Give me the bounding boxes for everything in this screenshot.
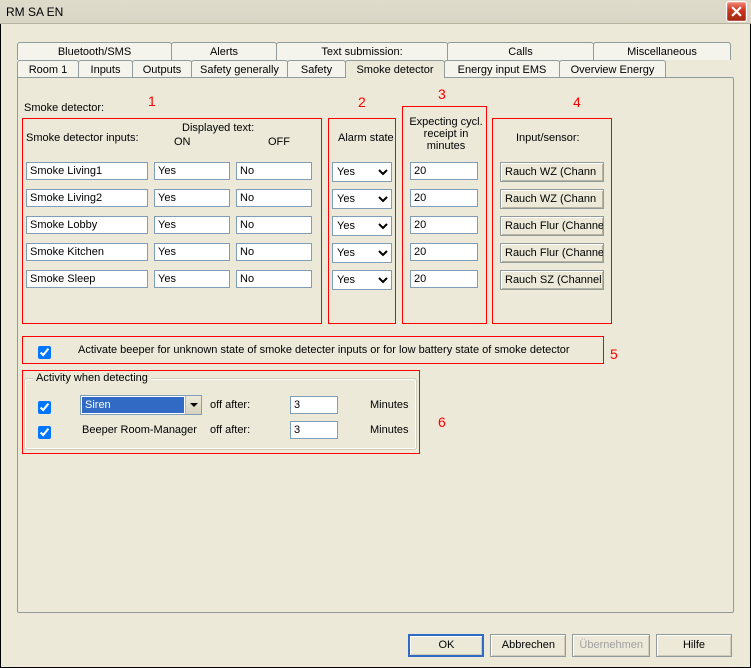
tab-headers: Bluetooth/SMS Alerts Text submission: Ca… [17, 42, 734, 78]
tab-calls[interactable]: Calls [447, 42, 594, 60]
checkbox-siren[interactable] [38, 401, 51, 414]
sensor-button-4[interactable]: Rauch SZ (Channel [500, 270, 604, 290]
select-alarm-2[interactable]: Yes [332, 216, 392, 236]
input-off-2[interactable] [236, 216, 312, 234]
hdr-displayed: Displayed text: [182, 122, 254, 134]
tab-panel-smoke-detector: 1 2 3 4 5 6 Smoke detector: Smoke detect… [17, 77, 734, 613]
select-alarm-3[interactable]: Yes [332, 243, 392, 263]
input-on-4[interactable] [154, 270, 230, 288]
input-cycl-2[interactable] [410, 216, 478, 234]
groupbox-activity-title: Activity when detecting [33, 372, 151, 384]
hdr-off: OFF [268, 136, 290, 148]
close-button[interactable] [726, 1, 747, 22]
sensor-button-2[interactable]: Rauch Flur (Channe [500, 216, 604, 236]
tab-safety-generally[interactable]: Safety generally [191, 60, 288, 78]
checkbox-beeper-rm[interactable] [38, 426, 51, 439]
tab-control: Bluetooth/SMS Alerts Text submission: Ca… [17, 42, 734, 614]
cancel-button[interactable]: Abbrechen [490, 634, 566, 657]
chevron-down-icon [185, 396, 201, 414]
client-area: Bluetooth/SMS Alerts Text submission: Ca… [0, 24, 751, 668]
tab-room1[interactable]: Room 1 [17, 60, 79, 78]
annotation-3: 3 [438, 86, 446, 102]
tab-inputs[interactable]: Inputs [78, 60, 133, 78]
checkbox-activate-beeper[interactable] [38, 346, 51, 359]
sensor-button-3[interactable]: Rauch Flur (Channe [500, 243, 604, 263]
annotation-5: 5 [610, 346, 618, 362]
tab-alerts[interactable]: Alerts [171, 42, 277, 60]
ok-button[interactable]: OK [408, 634, 484, 657]
input-cycl-3[interactable] [410, 243, 478, 261]
select-alarm-0[interactable]: Yes [332, 162, 392, 182]
input-cycl-0[interactable] [410, 162, 478, 180]
input-on-3[interactable] [154, 243, 230, 261]
input-cycl-4[interactable] [410, 270, 478, 288]
input-off-1[interactable] [236, 189, 312, 207]
sensor-button-1[interactable]: Rauch WZ (Chann [500, 189, 604, 209]
tab-safety[interactable]: Safety [287, 60, 346, 78]
hdr-cycl: Expecting cycl. receipt in minutes [408, 116, 484, 152]
select-alarm-4[interactable]: Yes [332, 270, 392, 290]
tab-overview-energy[interactable]: Overview Energy [559, 60, 666, 78]
tab-smoke-detector[interactable]: Smoke detector [345, 60, 445, 78]
input-off-3[interactable] [236, 243, 312, 261]
input-on-0[interactable] [154, 162, 230, 180]
tab-miscellaneous[interactable]: Miscellaneous [593, 42, 731, 60]
hdr-inputs: Smoke detector inputs: [26, 132, 139, 144]
hdr-on: ON [174, 136, 191, 148]
dropdown-siren-value: Siren [82, 397, 184, 413]
apply-button[interactable]: Übernehmen [572, 634, 650, 657]
input-off-0[interactable] [236, 162, 312, 180]
annotation-4: 4 [573, 94, 581, 110]
hdr-alarm: Alarm state [338, 132, 394, 144]
sensor-button-0[interactable]: Rauch WZ (Chann [500, 162, 604, 182]
label-activate-beeper: Activate beeper for unknown state of smo… [78, 344, 570, 356]
input-name-0[interactable] [26, 162, 148, 180]
close-icon [731, 6, 742, 17]
section-title: Smoke detector: [24, 102, 104, 114]
annotation-2: 2 [358, 94, 366, 110]
annotation-1: 1 [148, 93, 156, 109]
annotation-6: 6 [438, 414, 446, 430]
input-name-1[interactable] [26, 189, 148, 207]
dialog-button-row: OK Abbrechen Übernehmen Hilfe [1, 623, 750, 667]
input-beeper-minutes[interactable] [290, 421, 338, 439]
help-button[interactable]: Hilfe [656, 634, 732, 657]
label-off-after-1: off after: [210, 399, 250, 411]
input-off-4[interactable] [236, 270, 312, 288]
tab-row-1: Bluetooth/SMS Alerts Text submission: Ca… [17, 42, 734, 60]
window-title: RM SA EN [6, 5, 726, 19]
tab-outputs[interactable]: Outputs [132, 60, 192, 78]
input-name-2[interactable] [26, 216, 148, 234]
label-minutes-1: Minutes [370, 399, 409, 411]
input-on-2[interactable] [154, 216, 230, 234]
tab-energy-input-ems[interactable]: Energy input EMS [444, 60, 560, 78]
select-alarm-1[interactable]: Yes [332, 189, 392, 209]
input-name-4[interactable] [26, 270, 148, 288]
hdr-sensor: Input/sensor: [516, 132, 580, 144]
tab-text-submission[interactable]: Text submission: [276, 42, 448, 60]
input-siren-minutes[interactable] [290, 396, 338, 414]
label-beeper-rm: Beeper Room-Manager [82, 424, 197, 436]
tab-bluetooth-sms[interactable]: Bluetooth/SMS [17, 42, 172, 60]
input-cycl-1[interactable] [410, 189, 478, 207]
tab-row-2: Room 1 Inputs Outputs Safety generally S… [17, 60, 734, 78]
dropdown-siren[interactable]: Siren [80, 395, 202, 415]
label-minutes-2: Minutes [370, 424, 409, 436]
input-on-1[interactable] [154, 189, 230, 207]
label-off-after-2: off after: [210, 424, 250, 436]
title-bar: RM SA EN [0, 0, 751, 24]
input-name-3[interactable] [26, 243, 148, 261]
